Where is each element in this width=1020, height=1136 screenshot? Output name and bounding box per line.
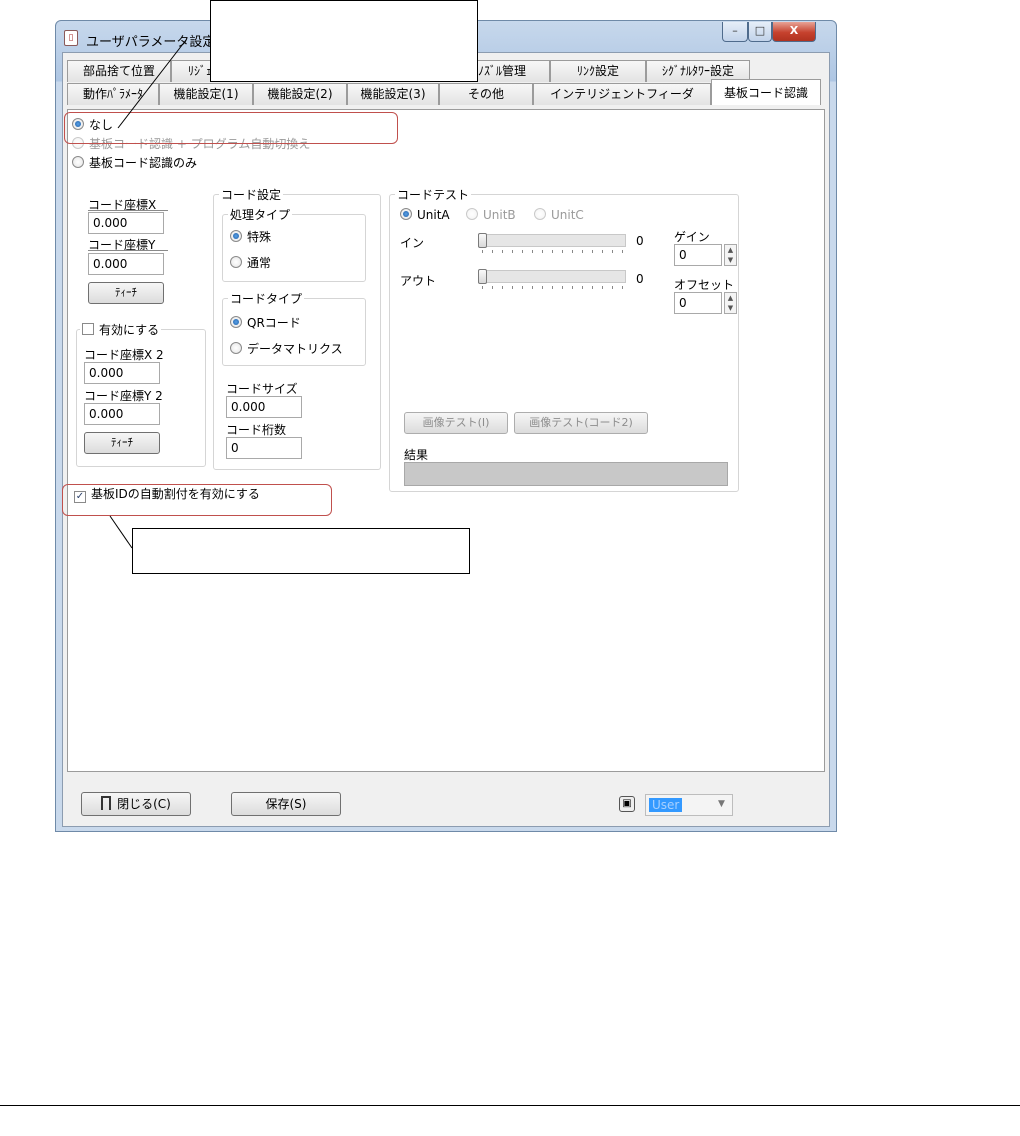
tab-board-code[interactable]: 基板コード認識 xyxy=(711,79,821,105)
callout-lines xyxy=(109,39,187,549)
callout-line-bottom xyxy=(109,515,133,549)
callout-line-top xyxy=(117,39,187,129)
page-bottom-rule xyxy=(0,1105,1020,1106)
